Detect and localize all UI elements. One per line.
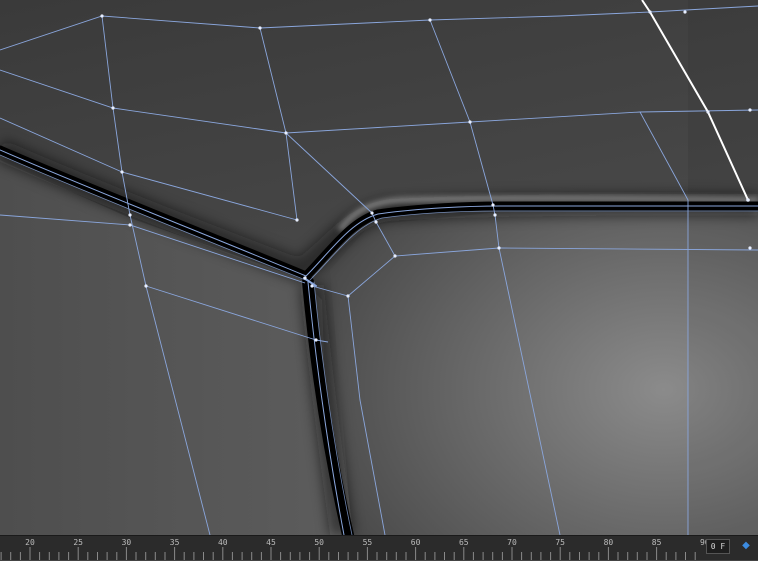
timeline-tick-label: 45 xyxy=(266,538,276,547)
timeline-tick-label: 35 xyxy=(169,538,180,547)
timeline-tick-label: 70 xyxy=(507,538,517,547)
current-frame-field[interactable]: 0 F xyxy=(706,539,730,554)
timeline-tick-label: 75 xyxy=(555,538,566,547)
3d-viewport[interactable] xyxy=(0,0,758,535)
timeline-tick-label: 20 xyxy=(25,538,35,547)
timeline-tick-label: 55 xyxy=(362,538,373,547)
right-shade-panel xyxy=(688,0,758,535)
timeline-tick-label: 50 xyxy=(314,538,325,547)
timeline-tick-label: 80 xyxy=(603,538,614,547)
timeline-tick-label: 30 xyxy=(121,538,132,547)
timeline-tick-label: 25 xyxy=(73,538,84,547)
timeline-tick-label: 85 xyxy=(651,538,662,547)
timeline-tick-label: 40 xyxy=(217,538,228,547)
viewport-canvas[interactable] xyxy=(0,0,758,535)
timeline-ruler xyxy=(0,547,696,560)
keyframe-diamond-icon[interactable]: ◆ xyxy=(740,540,752,552)
timeline-bar[interactable]: 20 25 30 35 40 45 50 55 60 65 70 75 80 85 90 0 F ◆ xyxy=(0,535,758,560)
timeline-tick-label: 60 xyxy=(410,538,421,547)
timeline-tick-label: 65 xyxy=(458,538,469,547)
